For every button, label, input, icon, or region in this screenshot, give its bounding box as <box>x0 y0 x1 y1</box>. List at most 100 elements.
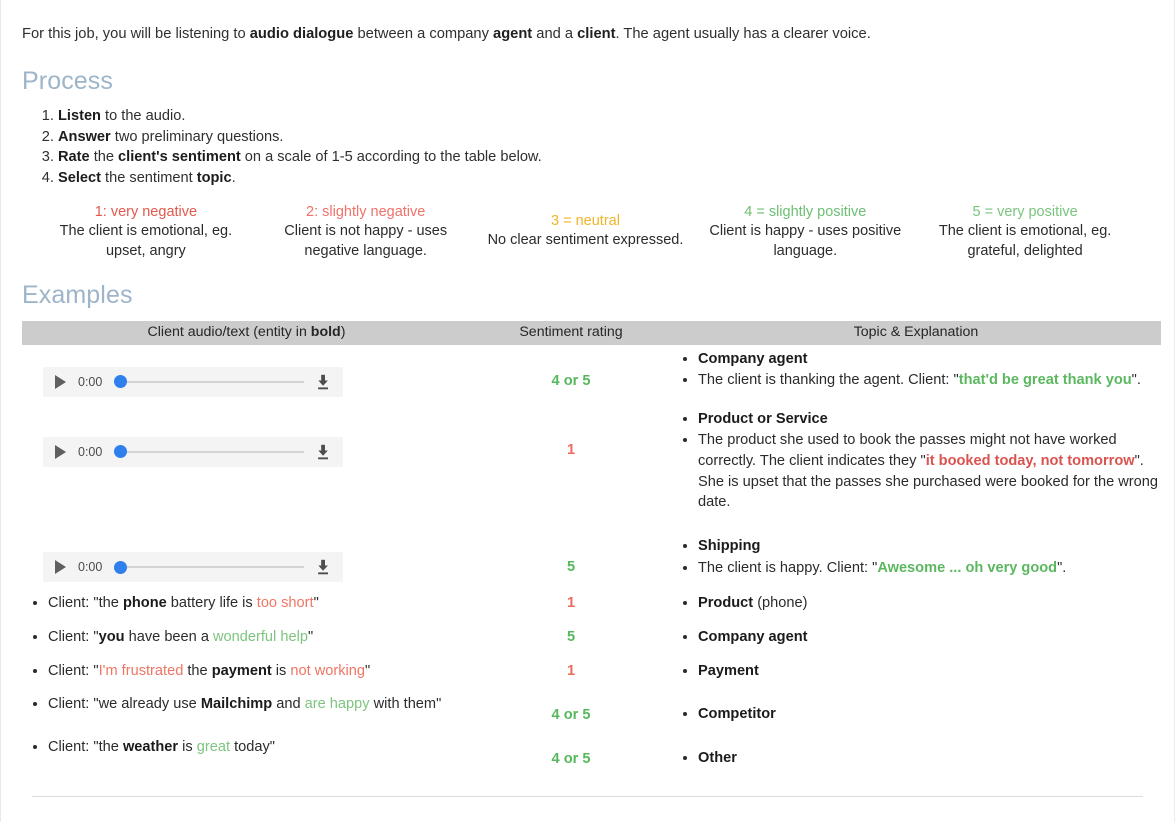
client-text-2: Client: "you have been a wonderful help" <box>48 627 471 647</box>
client-text-3-post: " <box>365 662 371 679</box>
client-text-5-post: today" <box>230 739 275 756</box>
scale-item-1-label: 1: very negative <box>94 203 198 220</box>
play-icon[interactable] <box>55 444 66 459</box>
client-text-5-entity: weather <box>122 739 179 756</box>
audio-progress-slider-3[interactable] <box>114 559 304 575</box>
process-step-4-text: the sentiment <box>101 170 197 187</box>
play-icon[interactable] <box>55 560 66 575</box>
audio-player-1[interactable]: 0:00 <box>43 366 343 397</box>
table-row: Client: "the phone battery life is too s… <box>22 582 1161 615</box>
table-row: Client: "we already use Mailchimp and ar… <box>22 682 1161 726</box>
process-step-4: Select the sentiment topic. <box>58 168 1153 189</box>
footer-divider <box>32 795 1143 797</box>
topic-explanation-1: The client is thanking the agent. Client… <box>698 370 1161 391</box>
client-text-2-entity: you <box>98 628 125 645</box>
topic-list-text-2: Company agent <box>671 615 1161 648</box>
rating-value-text-4: 4 or 5 <box>551 707 591 724</box>
audio-progress-slider-1[interactable] <box>114 374 304 390</box>
topic-label-text-2: Company agent <box>698 628 808 645</box>
column-header-rating: Sentiment rating <box>471 320 671 345</box>
cell-client-text-2: Client: "you have been a wonderful help" <box>22 615 471 649</box>
client-text-3: Client: "I'm frustrated the payment is n… <box>48 661 471 681</box>
cell-rating-3: 5 <box>471 514 671 582</box>
client-text-3-highlight: not working <box>290 662 366 679</box>
table-row: Client: "I'm frustrated the payment is n… <box>22 649 1161 683</box>
client-text-4: Client: "we already use Mailchimp and ar… <box>48 694 443 714</box>
scale-item-2-label: 2: slightly negative <box>306 203 426 220</box>
topic-label-text-5: Other <box>698 750 737 767</box>
process-step-list: Listen to the audio. Answer two prelimin… <box>22 106 1153 189</box>
cell-topic-1: Company agent The client is thanking the… <box>671 345 1161 397</box>
table-header-row: Client audio/text (entity in bold) Senti… <box>22 320 1161 345</box>
client-text-5-mid: is <box>178 739 197 756</box>
process-step-3-text-2: on a scale of 1-5 according to the table… <box>240 149 542 166</box>
audio-time-2: 0:00 <box>78 444 103 459</box>
intro-text-3: and a <box>532 25 578 42</box>
client-text-3-highlight-lead: I'm frustrated <box>98 662 184 679</box>
scale-item-4-label: 4 = slightly positive <box>744 203 867 220</box>
client-text-3-mid2: is <box>271 662 291 679</box>
process-step-1: Listen to the audio. <box>58 106 1153 127</box>
intro-text-2: between a company <box>353 25 494 42</box>
explanation-quote-2: it booked today, not tomorrow <box>925 453 1135 470</box>
slider-knob[interactable] <box>114 375 128 389</box>
topic-name-1: Company agent <box>698 349 1161 370</box>
audio-player-3[interactable]: 0:00 <box>43 552 343 583</box>
examples-table-body: 0:00 4 or 5 • Company agent • The client… <box>22 345 1161 770</box>
intro-text-1: For this job, you will be listening to <box>22 25 250 42</box>
process-step-4-text-2: . <box>231 170 236 187</box>
client-text-4-highlight: are happy <box>304 696 370 713</box>
cell-topic-text-1: Product (phone) <box>671 582 1161 615</box>
client-text-3-pre: Client: " <box>48 662 99 679</box>
topic-name-text-4: Competitor <box>698 704 1161 725</box>
client-text-list-5: Client: "the weather is great today" <box>22 726 471 757</box>
topic-list-3: Shipping The client is happy. Client: "A… <box>671 514 1161 578</box>
topic-name-text-2: Company agent <box>698 627 1161 648</box>
client-text-4-mid: and <box>272 696 305 713</box>
download-icon[interactable] <box>314 443 332 461</box>
download-icon[interactable] <box>314 558 332 576</box>
cell-topic-text-2: Company agent <box>671 615 1161 649</box>
client-text-2-post: " <box>307 628 314 645</box>
table-row: Client: "you have been a wonderful help"… <box>22 615 1161 649</box>
client-text-1-mid: battery life is <box>166 595 257 612</box>
cell-rating-text-4: 4 or 5 <box>471 682 671 726</box>
audio-player-2[interactable]: 0:00 <box>43 436 343 467</box>
client-text-1-post: " <box>313 595 319 612</box>
scale-item-3: 3 = neutral No clear sentiment expressed… <box>476 203 696 251</box>
cell-topic-2: Product or Service The product she used … <box>671 397 1161 515</box>
topic-name-text-5: Other <box>698 748 1161 769</box>
table-row: 0:00 5 • Shipping • The client is happy.… <box>22 514 1161 583</box>
intro-bold-audio-dialogue: audio dialogue <box>249 25 354 42</box>
client-text-5-highlight: great <box>196 739 231 756</box>
slider-knob[interactable] <box>114 445 128 459</box>
slider-track <box>114 380 304 383</box>
topic-explanation-2: The product she used to book the passes … <box>698 430 1161 513</box>
client-text-5-pre: Client: "the <box>48 739 123 756</box>
explanation-pre-3: The client is happy. Client: " <box>698 559 878 576</box>
cell-client-text-3: Client: "I'm frustrated the payment is n… <box>22 649 471 683</box>
column-header-client-end: ) <box>340 323 346 340</box>
slider-knob[interactable] <box>114 560 128 574</box>
intro-bold-client: client <box>577 25 616 42</box>
client-text-list-3: Client: "I'm frustrated the payment is n… <box>22 649 471 681</box>
audio-progress-slider-2[interactable] <box>114 444 304 460</box>
scale-item-1: 1: very negative The client is emotional… <box>36 203 256 262</box>
topic-name-text-3: Payment <box>698 661 1161 682</box>
cell-client-audio-1: 0:00 <box>22 345 471 397</box>
column-header-client: Client audio/text (entity in bold) <box>22 320 471 345</box>
download-icon[interactable] <box>314 373 332 391</box>
topic-explanation-3: The client is happy. Client: "Awesome ..… <box>698 558 1161 579</box>
client-text-3-mid: the <box>183 662 212 679</box>
client-text-4-post: with them" <box>369 696 442 713</box>
intro-text-4: . The agent usually has a clearer voice. <box>615 25 871 42</box>
client-text-3-entity: payment <box>211 662 272 679</box>
topic-label-text-3: Payment <box>698 662 759 679</box>
play-icon[interactable] <box>55 374 66 389</box>
client-text-1-entity: phone <box>122 595 167 612</box>
scale-item-3-label: 3 = neutral <box>551 212 620 229</box>
topic-name-2: Product or Service <box>698 409 1161 430</box>
process-step-2-text: two preliminary questions. <box>110 128 284 145</box>
